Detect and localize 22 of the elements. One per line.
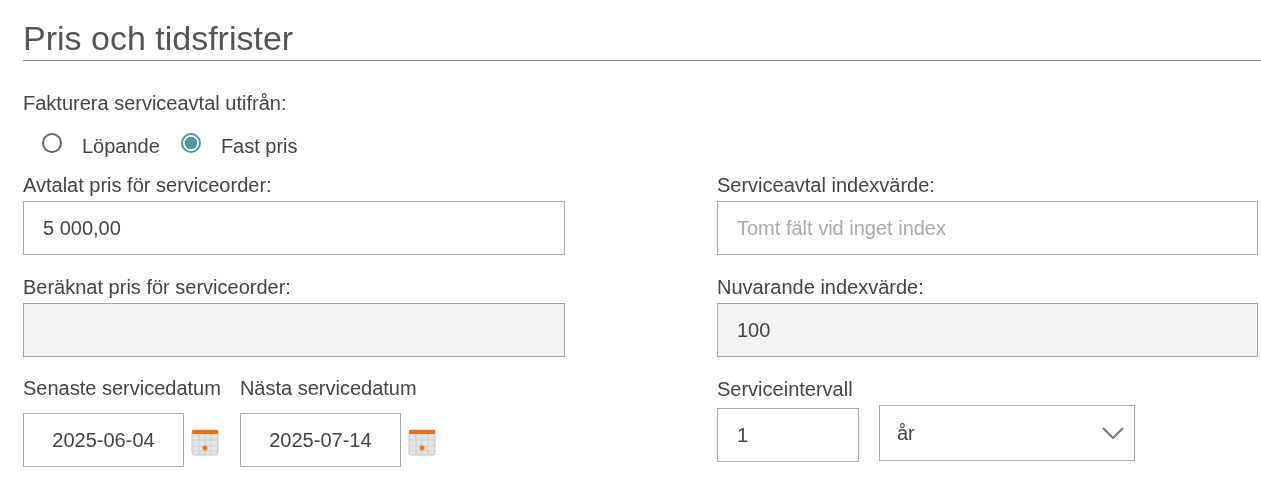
- field-label: Avtalat pris för serviceorder:: [23, 173, 273, 197]
- number-field[interactable]: 1: [717, 408, 859, 462]
- date-field[interactable]: 2025-07-14: [239, 413, 401, 467]
- radio-button[interactable]: [42, 133, 62, 153]
- chevron-icon: [1102, 427, 1124, 439]
- field-label: Fakturera serviceavtal utifrån:: [23, 91, 288, 115]
- calendar-icon[interactable]: [190, 427, 220, 457]
- section-title: Pris och tidsfrister: [23, 0, 1261, 61]
- field-label: Serviceavtal indexvärde:: [717, 173, 936, 197]
- input-field[interactable]: Tomt fält vid inget index: [717, 201, 1258, 255]
- field-label: Beräknat pris för serviceorder:: [23, 275, 292, 299]
- calendar-icon[interactable]: [406, 427, 437, 457]
- field-label: Senaste servicedatum: [23, 376, 221, 400]
- input-field[interactable]: 5 000,00: [23, 201, 565, 255]
- radio-label[interactable]: Löpande: [82, 134, 160, 158]
- field-label: Serviceintervall: [717, 377, 854, 401]
- date-field[interactable]: 2025-06-04: [23, 413, 184, 467]
- radio-label[interactable]: Fast pris: [220, 134, 298, 158]
- field-label: Nuvarande indexvärde:: [717, 275, 925, 299]
- unit-dropdown[interactable]: år: [879, 405, 1135, 461]
- radio-button[interactable]: [180, 133, 201, 153]
- field-label: Nästa servicedatum: [239, 376, 418, 400]
